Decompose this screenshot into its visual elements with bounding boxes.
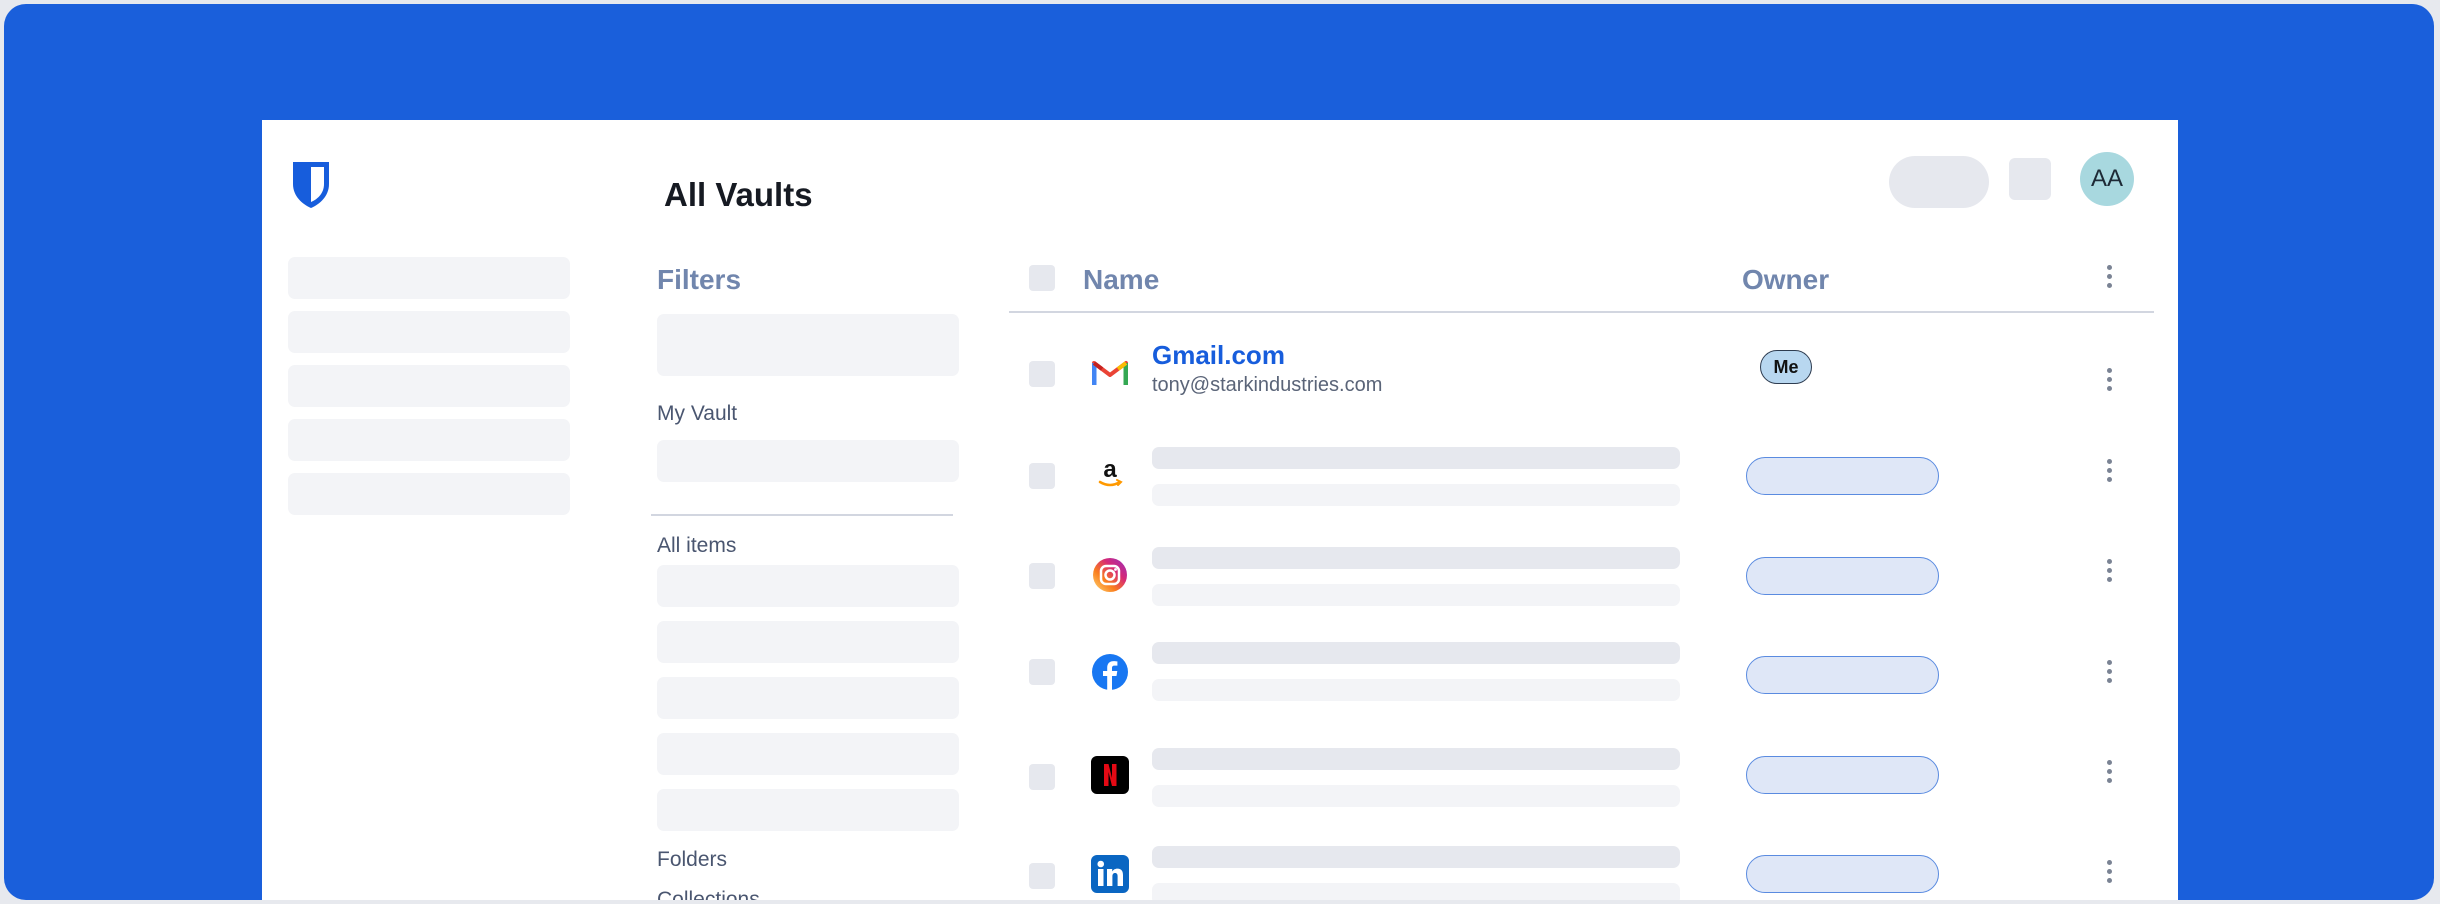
owner-placeholder — [1746, 855, 1939, 893]
avatar[interactable]: AA — [2080, 152, 2134, 206]
row-options-icon[interactable] — [2107, 559, 2113, 585]
bitwarden-logo-icon — [293, 162, 329, 208]
netflix-icon — [1091, 756, 1129, 794]
nav-item-placeholder[interactable] — [288, 257, 570, 299]
owner-placeholder — [1746, 457, 1939, 495]
table-header-divider — [1009, 311, 2154, 313]
column-header-name[interactable]: Name — [1083, 264, 1159, 296]
gmail-icon — [1091, 354, 1129, 392]
item-username-placeholder — [1152, 679, 1680, 701]
row-checkbox[interactable] — [1029, 361, 1055, 387]
filter-item-placeholder[interactable] — [657, 440, 959, 482]
item-name-placeholder — [1152, 748, 1680, 770]
item-username: tony@starkindustries.com — [1152, 374, 1383, 396]
page-title: All Vaults — [664, 176, 813, 213]
filter-search-placeholder[interactable] — [657, 314, 959, 376]
instagram-icon — [1091, 556, 1129, 594]
item-name-placeholder — [1152, 547, 1680, 569]
owner-placeholder — [1746, 756, 1939, 794]
linkedin-icon — [1091, 855, 1129, 893]
nav-item-placeholder[interactable] — [288, 311, 570, 353]
row-checkbox[interactable] — [1029, 563, 1055, 589]
item-name-placeholder — [1152, 447, 1680, 469]
owner-placeholder — [1746, 656, 1939, 694]
header-button-placeholder[interactable] — [2009, 158, 2051, 200]
row-options-icon[interactable] — [2107, 368, 2113, 394]
filter-section-folders: Folders — [657, 848, 728, 871]
filter-section-all-items: All items — [657, 534, 737, 557]
owner-badge: Me — [1760, 350, 1812, 384]
item-username-placeholder — [1152, 883, 1680, 900]
filter-section-collections: Collections — [657, 888, 760, 900]
row-options-icon[interactable] — [2107, 860, 2113, 886]
svg-text:a: a — [1103, 456, 1117, 483]
row-options-icon[interactable] — [2107, 760, 2113, 786]
nav-item-placeholder[interactable] — [288, 419, 570, 461]
row-checkbox[interactable] — [1029, 463, 1055, 489]
item-name-placeholder — [1152, 642, 1680, 664]
header-pill-placeholder[interactable] — [1889, 156, 1989, 208]
filter-item-placeholder[interactable] — [657, 733, 959, 775]
nav-item-placeholder[interactable] — [288, 473, 570, 515]
item-name-link[interactable]: Gmail.com — [1152, 340, 1285, 371]
row-options-icon[interactable] — [2107, 660, 2113, 686]
owner-placeholder — [1746, 557, 1939, 595]
amazon-icon: a — [1091, 454, 1129, 492]
item-username-placeholder — [1152, 484, 1680, 506]
nav-item-placeholder[interactable] — [288, 365, 570, 407]
row-checkbox[interactable] — [1029, 659, 1055, 685]
row-checkbox[interactable] — [1029, 863, 1055, 889]
header-options-icon[interactable] — [2107, 265, 2113, 291]
filter-item-placeholder[interactable] — [657, 621, 959, 663]
filter-item-placeholder[interactable] — [657, 789, 959, 831]
hero-background: All Vaults AA Filters My Vault All items… — [4, 4, 2434, 900]
filter-item-placeholder[interactable] — [657, 565, 959, 607]
row-options-icon[interactable] — [2107, 459, 2113, 485]
row-checkbox[interactable] — [1029, 764, 1055, 790]
filters-title: Filters — [657, 264, 742, 295]
app-window: All Vaults AA Filters My Vault All items… — [262, 120, 2178, 900]
facebook-icon — [1091, 653, 1129, 691]
item-name-placeholder — [1152, 846, 1680, 868]
item-username-placeholder — [1152, 584, 1680, 606]
filter-section-my-vault: My Vault — [657, 402, 738, 425]
filter-divider — [651, 514, 953, 516]
column-header-owner[interactable]: Owner — [1742, 264, 1829, 296]
item-username-placeholder — [1152, 785, 1680, 807]
select-all-checkbox[interactable] — [1029, 265, 1055, 291]
filter-item-placeholder[interactable] — [657, 677, 959, 719]
